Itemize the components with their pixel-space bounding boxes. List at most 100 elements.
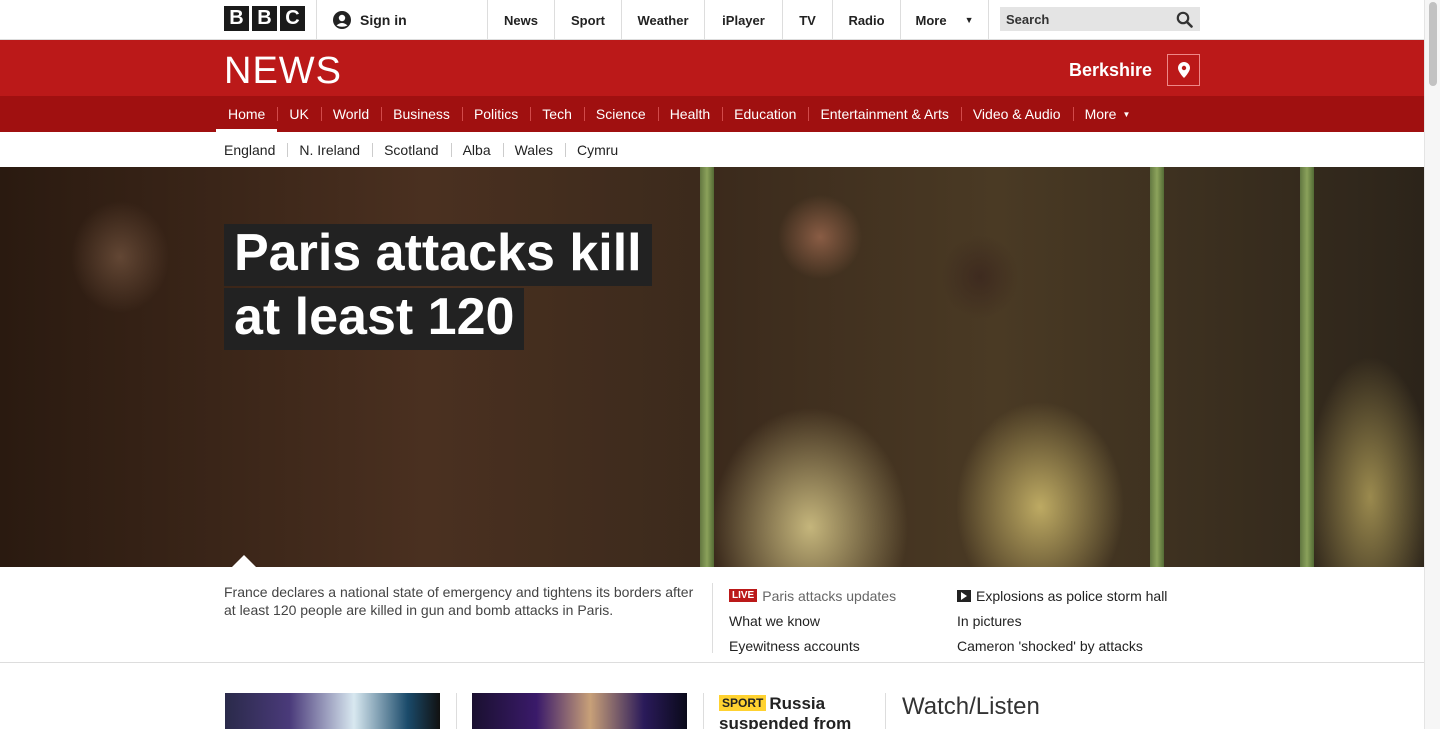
global-nav-news[interactable]: News	[488, 0, 555, 40]
nav-science[interactable]: Science	[583, 96, 658, 132]
nav-health[interactable]: Health	[657, 96, 722, 132]
divider	[456, 693, 457, 729]
caret-down-icon: ▼	[964, 15, 974, 25]
location-name[interactable]: Berkshire	[1069, 60, 1152, 81]
global-nav-label: iPlayer	[722, 12, 765, 28]
hero-headline-text: Paris attacks kill at least 120	[224, 224, 652, 350]
nav-more[interactable]: More ▼	[1072, 96, 1143, 132]
bbc-logo-letter: B	[252, 6, 277, 31]
related-link[interactable]: In pictures	[957, 608, 1167, 633]
bbc-logo-letter: B	[224, 6, 249, 31]
global-nav-tv[interactable]: TV	[783, 0, 833, 40]
nav-label: Education	[734, 106, 797, 122]
global-nav-label: Radio	[848, 12, 885, 28]
global-nav-iplayer[interactable]: iPlayer	[705, 0, 783, 40]
subnav-wales[interactable]: Wales	[502, 132, 565, 167]
location-pin-icon	[1177, 62, 1190, 78]
related-link-label: Explosions as police storm hall	[976, 587, 1168, 604]
bbc-logo[interactable]: B B C	[224, 6, 305, 31]
nav-uk[interactable]: UK	[277, 96, 320, 132]
global-nav-label: More	[915, 12, 947, 28]
subnav-n-ireland[interactable]: N. Ireland	[287, 132, 372, 167]
divider	[885, 693, 886, 729]
related-link-label: Cameron 'shocked' by attacks	[957, 637, 1143, 654]
search-placeholder: Search	[1006, 11, 1050, 27]
promo-thumbnail[interactable]	[225, 693, 440, 729]
play-icon	[957, 589, 971, 602]
hero-story-image[interactable]: Paris attacks kill at least 120	[0, 167, 1424, 567]
nav-video-audio[interactable]: Video & Audio	[960, 96, 1073, 132]
hero-pointer-notch	[232, 555, 256, 567]
nav-label: Tech	[542, 106, 572, 122]
nav-label: UK	[289, 106, 309, 122]
nav-label: Entertainment & Arts	[820, 106, 949, 122]
sport-badge: SPORT	[719, 695, 767, 711]
divider	[712, 583, 713, 653]
user-icon	[333, 11, 351, 29]
subnav-alba[interactable]: Alba	[450, 132, 503, 167]
search-icon[interactable]	[1176, 11, 1193, 28]
global-nav-more[interactable]: More ▼	[901, 0, 989, 40]
page-scrollbar[interactable]	[1424, 0, 1440, 729]
subnav-england[interactable]: England	[212, 132, 287, 167]
scrollbar-thumb[interactable]	[1429, 2, 1437, 86]
nav-label: Politics	[473, 106, 519, 122]
bbc-logo-letter: C	[280, 6, 305, 31]
related-link[interactable]: Eyewitness accounts	[729, 633, 896, 658]
secondary-navigation: England N. Ireland Scotland Alba Wales C…	[0, 132, 1424, 167]
sport-promo-headline[interactable]: SPORT Russia suspended from	[719, 693, 869, 729]
location-pin-button[interactable]	[1167, 54, 1200, 86]
global-nav-radio[interactable]: Radio	[833, 0, 901, 40]
global-nav-label: Weather	[637, 12, 689, 28]
watch-listen-heading[interactable]: Watch/Listen	[902, 693, 1040, 721]
background-pole	[1150, 167, 1164, 567]
section-divider	[0, 662, 1424, 663]
sign-in-label: Sign in	[360, 12, 407, 28]
global-nav-sport[interactable]: Sport	[555, 0, 622, 40]
nav-politics[interactable]: Politics	[461, 96, 530, 132]
caret-down-icon: ▼	[1122, 109, 1131, 119]
related-links-column-2: Explosions as police storm hall In pictu…	[957, 583, 1167, 658]
related-link-live[interactable]: LIVE Paris attacks updates	[729, 583, 896, 608]
promo-thumbnail[interactable]	[472, 693, 687, 729]
global-nav-links: News Sport Weather iPlayer TV Radio More…	[488, 0, 989, 40]
global-nav-weather[interactable]: Weather	[622, 0, 705, 40]
nav-tech[interactable]: Tech	[530, 96, 584, 132]
news-logo[interactable]: NEWS	[224, 50, 342, 93]
nav-label: Health	[669, 106, 711, 122]
nav-education[interactable]: Education	[722, 96, 808, 132]
subnav-label: Alba	[462, 141, 491, 158]
related-link-video[interactable]: Explosions as police storm hall	[957, 583, 1167, 608]
nav-home[interactable]: Home	[216, 96, 278, 132]
subnav-cymru[interactable]: Cymru	[565, 132, 630, 167]
subnav-label: N. Ireland	[299, 141, 361, 158]
related-link[interactable]: What we know	[729, 608, 896, 633]
subnav-label: Scotland	[384, 141, 439, 158]
nav-world[interactable]: World	[320, 96, 381, 132]
nav-label: World	[332, 106, 370, 122]
sign-in-link[interactable]: Sign in	[316, 0, 488, 40]
primary-navigation: Home UK World Business Politics Tech Sci…	[0, 96, 1424, 132]
live-badge: LIVE	[729, 589, 758, 602]
nav-label: Home	[228, 106, 266, 122]
nav-entertainment-arts[interactable]: Entertainment & Arts	[808, 96, 960, 132]
hero-headline[interactable]: Paris attacks kill at least 120	[224, 221, 694, 350]
global-nav-label: TV	[799, 12, 816, 28]
global-navigation-bar: B B C Sign in News Sport Weather iPlayer…	[0, 0, 1424, 40]
global-nav-label: News	[504, 12, 538, 28]
subnav-label: England	[224, 141, 276, 158]
nav-business[interactable]: Business	[381, 96, 462, 132]
news-masthead: NEWS Berkshire	[0, 40, 1424, 96]
subnav-label: Cymru	[577, 141, 619, 158]
nav-label: Business	[393, 106, 450, 122]
hero-summary: France declares a national state of emer…	[224, 584, 694, 618]
related-links-column-1: LIVE Paris attacks updates What we know …	[729, 583, 896, 658]
global-nav-label: Sport	[571, 12, 605, 28]
nav-label: Science	[595, 106, 646, 122]
background-pole	[1300, 167, 1314, 567]
related-link[interactable]: Cameron 'shocked' by attacks	[957, 633, 1167, 658]
subnav-scotland[interactable]: Scotland	[372, 132, 450, 167]
related-link-label: What we know	[729, 612, 821, 629]
nav-label: Video & Audio	[972, 106, 1061, 122]
search-box[interactable]: Search	[1000, 7, 1200, 31]
